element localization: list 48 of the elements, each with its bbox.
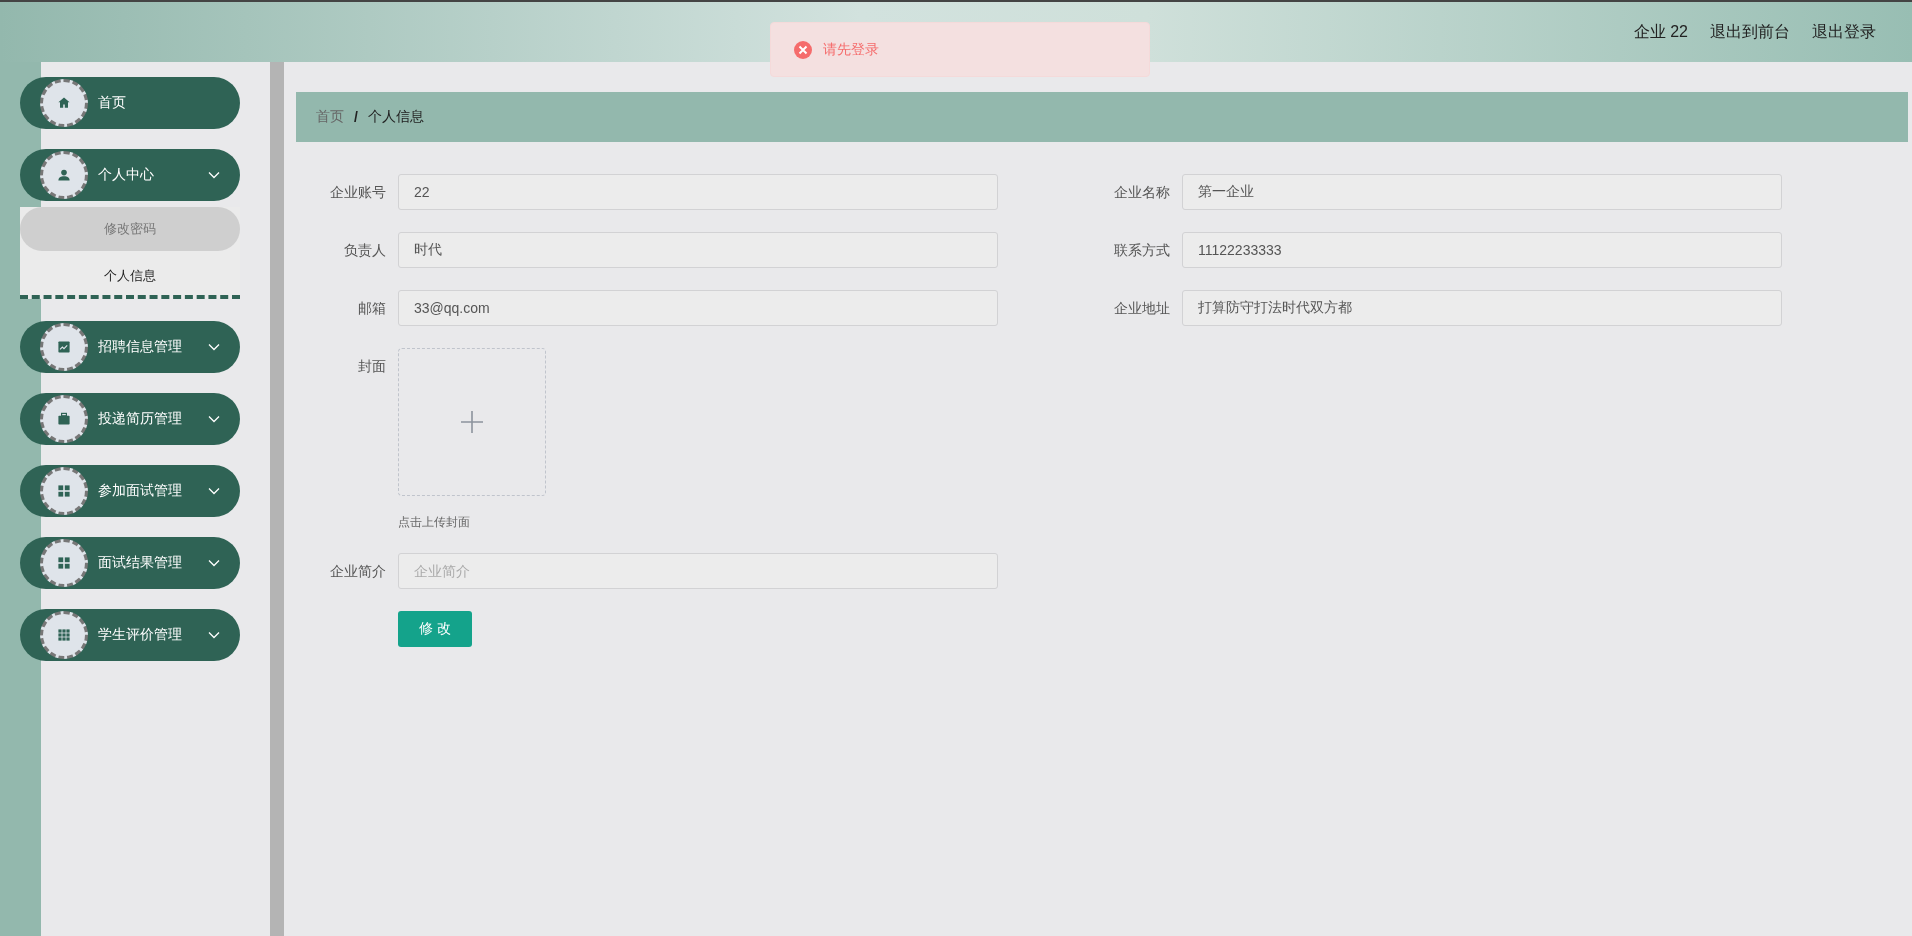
field-label: 邮箱	[357, 299, 387, 318]
toast-text: 请先登录	[823, 40, 879, 59]
menu-label: 参加面试管理	[98, 482, 182, 500]
input-field[interactable]: 33@qq.com	[398, 290, 998, 326]
menu-item[interactable]: 面试结果管理	[20, 537, 240, 589]
input-field[interactable]: 企业简介	[398, 553, 998, 589]
home-icon	[56, 95, 72, 111]
breadcrumb-separator: /	[354, 109, 358, 125]
menu-label: 招聘信息管理	[98, 338, 182, 356]
menu-item[interactable]: 首页	[20, 77, 240, 129]
field-label: 企业简介	[329, 562, 387, 581]
menu-label: 投递简历管理	[98, 410, 182, 428]
breadcrumb-item: 个人信息	[367, 108, 424, 126]
chart-icon	[56, 339, 72, 355]
input-field[interactable]: 11122233333	[1182, 232, 1782, 268]
menu-item[interactable]: 投递简历管理	[20, 393, 240, 445]
grid-icon	[56, 483, 72, 499]
input-field[interactable]: 第一企业	[1182, 174, 1782, 210]
header-link[interactable]: 退出登录	[1812, 21, 1876, 43]
field-label: 企业账号	[329, 183, 387, 202]
input-field[interactable]: 时代	[398, 232, 998, 268]
field-label: 企业地址	[1113, 299, 1171, 318]
scrollbar[interactable]	[270, 62, 284, 936]
menu-label: 面试结果管理	[98, 554, 182, 572]
menu-label: 首页	[98, 94, 126, 112]
field-label: 封面	[357, 357, 387, 376]
menu-item[interactable]: 个人中心	[20, 149, 240, 201]
field-label: 联系方式	[1113, 241, 1171, 260]
submenu-item[interactable]: 个人信息	[20, 257, 240, 295]
error-icon	[793, 39, 813, 60]
grid-icon	[56, 627, 72, 643]
menu-label: 学生评价管理	[98, 626, 182, 644]
menu-label: 个人中心	[98, 166, 154, 184]
input-field[interactable]: 打算防守打法时代双方都	[1182, 290, 1782, 326]
user-name: 企业 22	[1633, 21, 1688, 42]
plus-icon	[460, 410, 484, 434]
header-link[interactable]: 退出到前台	[1710, 21, 1790, 43]
briefcase-icon	[56, 411, 72, 427]
field-label: 负责人	[343, 241, 387, 260]
upload-box[interactable]	[398, 348, 546, 496]
menu-item[interactable]: 参加面试管理	[20, 465, 240, 517]
person-icon	[56, 167, 72, 183]
input-field[interactable]: 22	[398, 174, 998, 210]
field-label: 企业名称	[1113, 183, 1171, 202]
menu-item[interactable]: 学生评价管理	[20, 609, 240, 661]
grid-icon	[56, 555, 72, 571]
upload-hint: 点击上传封面	[398, 514, 471, 531]
menu-item[interactable]: 招聘信息管理	[20, 321, 240, 373]
